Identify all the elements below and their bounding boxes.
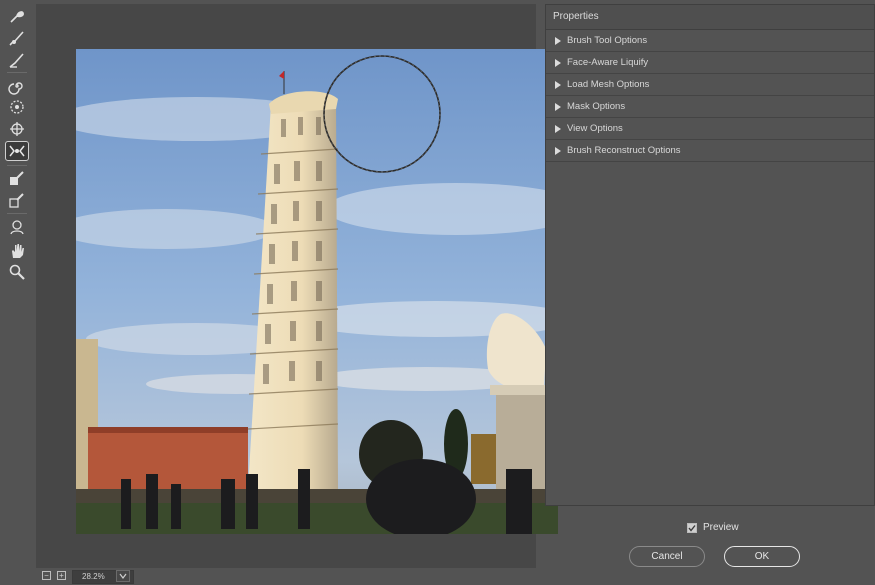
expand-arrow-icon (555, 124, 561, 133)
section-label: Face-Aware Liquify (567, 57, 649, 68)
smooth-tool-icon[interactable] (5, 50, 29, 70)
preview-option[interactable]: Preview (687, 521, 739, 534)
thaw-mask-tool-icon[interactable] (5, 190, 29, 210)
expand-arrow-icon (555, 146, 561, 155)
reconstruct-tool-icon[interactable] (5, 28, 29, 48)
properties-title: Properties (546, 5, 874, 30)
section-label: Brush Reconstruct Options (567, 145, 681, 156)
section-face-aware-liquify[interactable]: Face-Aware Liquify (546, 52, 874, 74)
expand-arrow-icon (555, 102, 561, 111)
hand-tool-icon[interactable] (5, 241, 29, 261)
section-label: Brush Tool Options (567, 35, 648, 46)
section-mask-options[interactable]: Mask Options (546, 96, 874, 118)
preview-checkbox[interactable] (687, 522, 697, 533)
section-brush-reconstruct-options[interactable]: Brush Reconstruct Options (546, 140, 874, 162)
zoom-in-button[interactable]: + (57, 571, 66, 580)
expand-arrow-icon (555, 36, 561, 45)
toolbar-divider (7, 213, 27, 214)
status-bar: − + 28.2% (36, 568, 536, 585)
tools-panel (0, 0, 34, 585)
pucker-tool-icon[interactable] (5, 97, 29, 117)
section-label: Mask Options (567, 101, 626, 112)
chevron-down-icon (119, 573, 127, 579)
checkmark-icon (688, 524, 696, 532)
push-left-tool-icon[interactable] (5, 141, 29, 161)
section-view-options[interactable]: View Options (546, 118, 874, 140)
toolbar-divider (7, 165, 27, 166)
preview-label: Preview (703, 522, 739, 533)
forward-warp-tool-icon[interactable] (5, 6, 29, 26)
preview-canvas-area[interactable] (36, 4, 558, 568)
expand-arrow-icon (555, 80, 561, 89)
zoom-tool-icon[interactable] (5, 262, 29, 282)
section-load-mesh-options[interactable]: Load Mesh Options (546, 74, 874, 96)
properties-panel: Properties Brush Tool Options Face-Aware… (545, 4, 875, 506)
zoom-dropdown-button[interactable] (116, 570, 130, 582)
zoom-out-button[interactable]: − (42, 571, 51, 580)
section-brush-tool-options[interactable]: Brush Tool Options (546, 30, 874, 52)
twirl-clockwise-tool-icon[interactable] (5, 76, 29, 96)
cancel-button[interactable]: Cancel (629, 546, 705, 567)
section-label: View Options (567, 123, 623, 134)
face-tool-icon[interactable] (5, 217, 29, 237)
ok-button[interactable]: OK (724, 546, 800, 567)
bloat-tool-icon[interactable] (5, 119, 29, 139)
freeze-mask-tool-icon[interactable] (5, 168, 29, 188)
leaning-tower-photo[interactable] (76, 49, 558, 534)
section-label: Load Mesh Options (567, 79, 650, 90)
toolbar-divider (7, 72, 27, 73)
expand-arrow-icon (555, 58, 561, 67)
